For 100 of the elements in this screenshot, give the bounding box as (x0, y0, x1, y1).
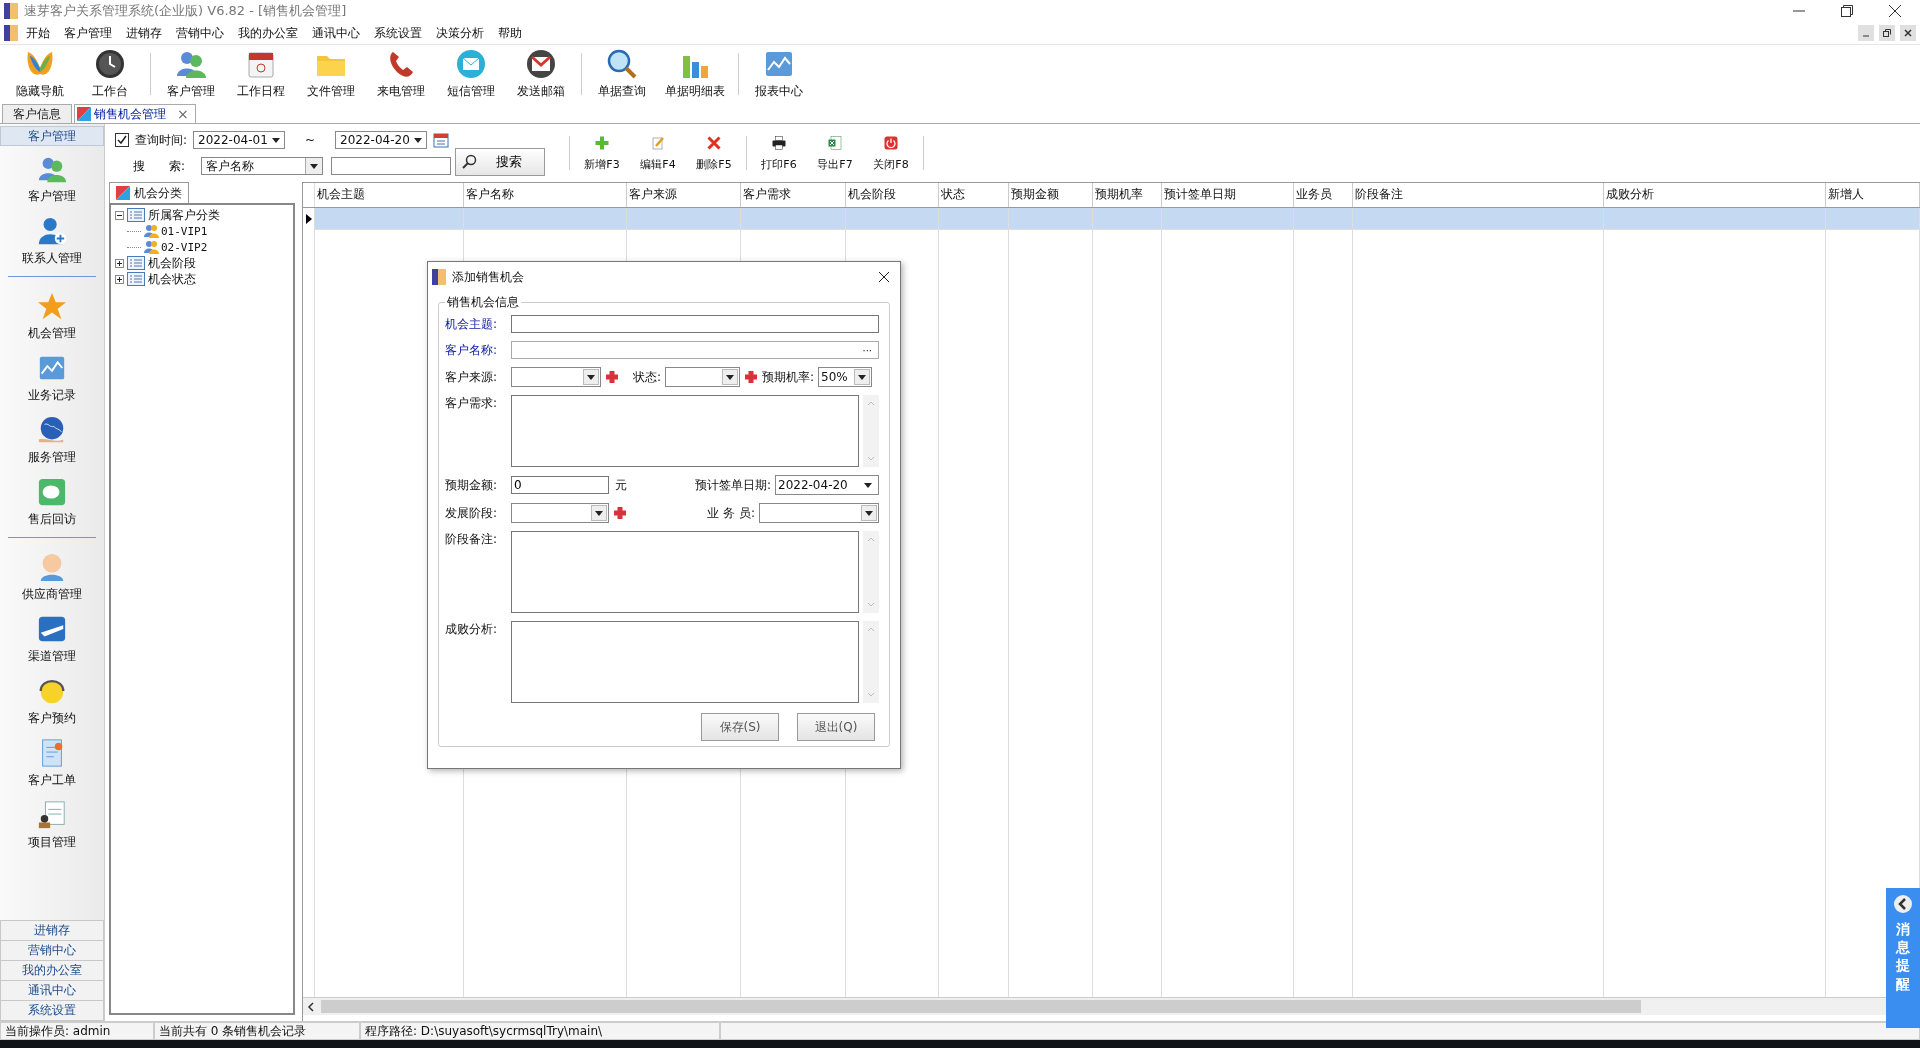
toolbar-button[interactable]: 发送邮箱 (507, 48, 575, 100)
menu-item[interactable]: 我的办公室 (232, 24, 304, 42)
column-header[interactable]: 客户名称 (464, 183, 627, 207)
toolbar-button[interactable]: 文件管理 (297, 48, 365, 100)
tab[interactable]: 销售机会管理 × (74, 104, 196, 123)
column-header[interactable]: 新增人 (1826, 183, 1920, 207)
sidebar-section-button[interactable]: 营销中心 (0, 940, 104, 961)
horizontal-scrollbar[interactable] (303, 997, 1886, 1015)
dropdown-button[interactable] (583, 369, 599, 385)
restore-button[interactable] (1879, 25, 1895, 41)
search-field[interactable] (331, 157, 451, 175)
sidebar-item[interactable]: 服务管理 (0, 407, 104, 469)
toolbar-button[interactable]: 工作日程 (227, 48, 295, 100)
action-button[interactable]: 编辑F4 (630, 128, 686, 178)
toolbar-button[interactable]: 来电管理 (367, 48, 435, 100)
add-icon[interactable] (744, 370, 759, 384)
column-header[interactable]: 预期机率 (1093, 183, 1162, 207)
close-icon[interactable] (1888, 4, 1902, 18)
column-header[interactable]: 客户来源 (627, 183, 741, 207)
date-picker[interactable]: 2022-04-20 (775, 475, 879, 495)
sidebar-section-button[interactable]: 系统设置 (0, 1000, 104, 1021)
sidebar-section-button[interactable]: 我的办公室 (0, 960, 104, 981)
close-button[interactable] (1900, 25, 1916, 41)
column-header[interactable]: 业务员 (1294, 183, 1353, 207)
toolbar-button[interactable]: 单据明细表 (658, 48, 732, 100)
column-header[interactable]: 客户需求 (741, 183, 846, 207)
column-header[interactable]: 预期金额 (1009, 183, 1093, 207)
action-button[interactable]: 打印F6 (751, 128, 807, 178)
sidebar-item[interactable]: 项目管理 (0, 792, 104, 854)
tab[interactable]: 客户信息 (2, 104, 72, 123)
sidebar-item[interactable]: 渠道管理 (0, 606, 104, 668)
dropdown-button[interactable] (722, 369, 739, 385)
expand-icon[interactable] (115, 274, 124, 284)
stage-note-field[interactable] (511, 531, 859, 613)
action-button[interactable]: 删除F5 (686, 128, 742, 178)
sidebar-section-button[interactable]: 通讯中心 (0, 980, 104, 1001)
sidebar-item[interactable]: 客户管理 (0, 146, 104, 208)
close-icon[interactable] (878, 271, 890, 283)
needs-field[interactable] (511, 395, 859, 467)
column-header[interactable]: 预计签单日期 (1162, 183, 1294, 207)
date-picker[interactable]: 2022-04-20 (335, 131, 428, 149)
toolbar-button[interactable]: 工作台 (76, 48, 144, 100)
scrollbar[interactable] (863, 395, 879, 467)
analysis-field[interactable] (511, 621, 859, 703)
dropdown-button[interactable] (591, 505, 607, 521)
column-header[interactable]: 机会阶段 (846, 183, 939, 207)
action-button[interactable]: 导出F7 (807, 128, 863, 178)
subject-field[interactable] (511, 315, 879, 333)
sidebar-item[interactable]: 机会管理 (0, 283, 104, 345)
tree-item[interactable]: 01-VIP1 (161, 224, 208, 238)
menu-item[interactable]: 帮助 (492, 24, 528, 42)
collapse-icon[interactable] (115, 210, 124, 220)
restore-icon[interactable] (1840, 4, 1854, 18)
menu-item[interactable]: 客户管理 (58, 24, 118, 42)
tree-item[interactable]: 机会阶段 (148, 254, 196, 272)
menu-item[interactable]: 通讯中心 (306, 24, 366, 42)
search-button[interactable]: 搜索 (455, 148, 545, 176)
tree-item[interactable]: 02-VIP2 (161, 240, 208, 254)
tree-item[interactable]: 机会状态 (148, 270, 196, 288)
toolbar-button[interactable]: 隐藏导航 (6, 48, 74, 100)
amount-field[interactable]: 0 (511, 476, 609, 494)
column-header[interactable]: 成败分析 (1604, 183, 1826, 207)
dropdown-button[interactable] (861, 505, 877, 521)
scrollbar[interactable] (863, 621, 879, 703)
menu-item[interactable]: 进销存 (120, 24, 168, 42)
search-type-dropdown[interactable]: 客户名称 (201, 157, 323, 175)
toolbar-button[interactable]: 客户管理 (157, 48, 225, 100)
browse-button[interactable]: ··· (862, 344, 876, 356)
add-icon[interactable] (613, 506, 627, 520)
tree-item[interactable]: 所属客户分类 (148, 206, 220, 224)
sidebar-item[interactable]: 客户预约 (0, 668, 104, 730)
sidebar-item[interactable]: 联系人管理 (0, 208, 104, 270)
sidebar-item[interactable]: 业务记录 (0, 345, 104, 407)
checkbox[interactable] (115, 133, 129, 147)
toolbar-button[interactable]: 单据查询 (588, 48, 656, 100)
tree-tab[interactable]: 机会分类 (109, 182, 189, 203)
column-header[interactable]: 机会主题 (315, 183, 464, 207)
action-button[interactable]: 关闭F8 (863, 128, 919, 178)
scrollbar[interactable] (863, 531, 879, 613)
minimize-button[interactable] (1858, 25, 1874, 41)
calendar-icon[interactable] (433, 132, 450, 148)
toolbar-button[interactable]: 报表中心 (745, 48, 813, 100)
dialog-button[interactable]: 保存(S) (701, 713, 779, 741)
sidebar-item[interactable]: 售后回访 (0, 469, 104, 531)
sidebar-section-button[interactable]: 进销存 (0, 920, 104, 941)
column-header[interactable]: 状态 (939, 183, 1009, 207)
dialog-button[interactable]: 退出(Q) (797, 713, 875, 741)
menu-item[interactable]: 决策分析 (430, 24, 490, 42)
dropdown-button[interactable] (854, 369, 871, 385)
add-icon[interactable] (605, 370, 619, 384)
menu-item[interactable]: 营销中心 (170, 24, 230, 42)
probability-dropdown[interactable]: 50% (818, 367, 873, 387)
menu-item[interactable]: 开始 (20, 24, 56, 42)
action-button[interactable]: 新增F3 (574, 128, 630, 178)
column-header[interactable]: 阶段备注 (1353, 183, 1604, 207)
menu-item[interactable]: 系统设置 (368, 24, 428, 42)
date-picker[interactable]: 2022-04-01 (193, 131, 286, 149)
toolbar-button[interactable]: 短信管理 (437, 48, 505, 100)
sidebar-item[interactable]: 客户工单 (0, 730, 104, 792)
close-tab-button[interactable]: × (177, 106, 189, 122)
